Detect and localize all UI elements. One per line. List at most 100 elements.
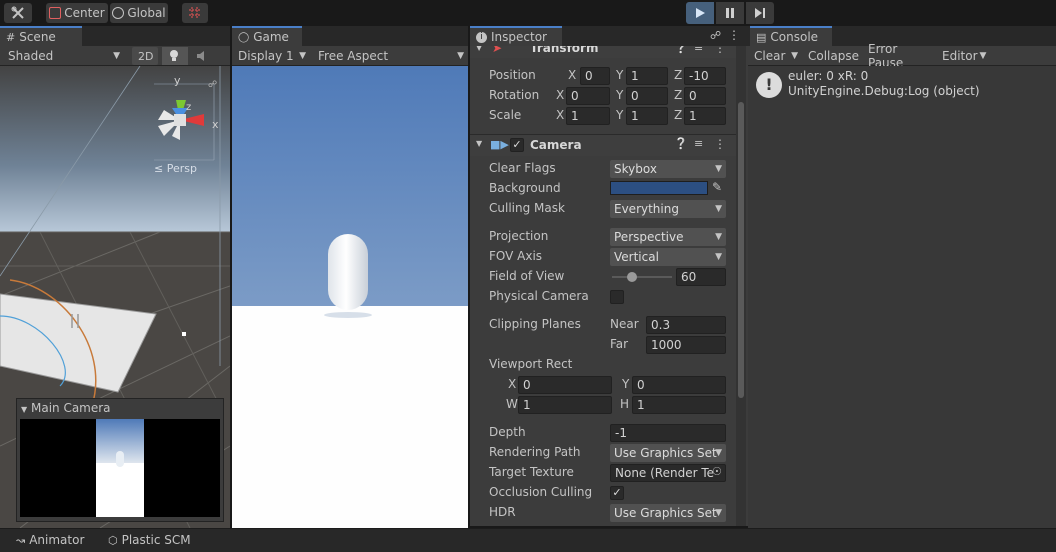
component-menu-icon[interactable]: ⋮ [714,46,726,55]
display-dropdown[interactable]: Display 1 ▼ [232,47,310,65]
collapse-triangle-icon[interactable]: ▼ [21,405,27,414]
projection-persp-label[interactable]: ≤ Persp [154,162,197,175]
depth-field[interactable]: -1 [610,424,726,442]
pivot-global-button[interactable]: Global [110,3,168,23]
scene-viewport[interactable]: y z x ☍ ≤ Persp ▼ Main Camera [0,66,230,528]
editor-dropdown[interactable]: Editor ▼ [936,47,986,65]
gizmo-x-label: x [212,118,219,131]
clear-flags-dropdown[interactable]: Skybox ▼ [610,160,726,178]
kebab-menu-icon[interactable]: ⋮ [728,28,740,42]
tab-plastic-scm[interactable]: ⬡ Plastic SCM [102,530,206,550]
projection-dropdown[interactable]: Perspective ▼ [610,228,726,246]
rendering-path-dropdown[interactable]: Use Graphics Set ▼ [610,444,726,462]
audio-toggle-icon[interactable] [190,47,216,65]
info-message-icon: ! [756,72,782,98]
position-x-field[interactable]: 0 [580,67,610,85]
transform-rotation-row: Rotation X 0 Y 0 Z 0 [470,86,738,106]
field-of-view-row: Field of View 60 [470,267,738,287]
axis-y-label: Y [616,88,624,102]
globe-icon [112,7,125,19]
component-menu-icon[interactable]: ⋮ [714,137,726,151]
axis-x-label: X [556,108,565,122]
culling-mask-row: Culling Mask Everything ▼ [470,199,738,219]
camera-preview-panel: ▼ Main Camera [16,398,224,522]
pivot-icon [49,7,62,19]
tab-console[interactable]: ▤ Console [750,26,832,46]
target-texture-value: None (Render Te [615,466,715,480]
culling-mask-dropdown[interactable]: Everything ▼ [610,200,726,218]
game-viewport[interactable] [232,66,468,528]
clear-button[interactable]: Clear ▼ [748,47,800,65]
viewport-y-field[interactable]: 0 [632,376,726,394]
preset-icon[interactable]: ≡ [694,137,703,150]
error-pause-button[interactable]: Error Pause [862,42,936,70]
grid-snap-icon[interactable] [182,3,208,23]
tab-animator[interactable]: ↝ Animator [10,530,96,550]
shading-mode-dropdown[interactable]: Shaded ▼ [2,47,126,65]
background-color-swatch[interactable] [610,181,708,195]
scale-y-field[interactable]: 1 [626,107,668,125]
rotation-x-field[interactable]: 0 [566,87,610,105]
help-icon[interactable]: ❔ [674,137,688,150]
camera-title: Camera [530,138,582,152]
mode-2d-button[interactable]: 2D [132,47,158,65]
lock-icon[interactable]: ☍ [710,29,721,42]
game-tabbar: ◯ Game [232,26,468,46]
chevron-down-icon: ▼ [299,51,306,61]
editor-label: Editor [942,49,978,63]
camera-enabled-checkbox[interactable]: ✓ [510,138,524,152]
console-log-entry[interactable]: ! euler: 0 xR: 0 UnityEngine.Debug:Log (… [748,66,1056,102]
fov-axis-dropdown[interactable]: Vertical ▼ [610,248,726,266]
fov-axis-value: Vertical [614,250,659,264]
aspect-dropdown[interactable]: Free Aspect ▼ [312,47,468,65]
pause-button[interactable] [716,2,744,24]
viewport-h-field[interactable]: 1 [632,396,726,414]
pivot-center-button[interactable]: Center [46,3,108,23]
camera-icon: ■▶ [490,138,509,151]
scale-x-field[interactable]: 1 [566,107,610,125]
preset-icon[interactable]: ≡ [694,46,703,54]
play-button[interactable] [686,2,714,24]
collapse-button[interactable]: Collapse [802,47,862,65]
scale-z-field[interactable]: 1 [684,107,726,125]
chevron-down-icon[interactable]: ▼ [791,51,798,61]
tab-game[interactable]: ◯ Game [232,26,302,46]
help-icon[interactable]: ❔ [674,46,688,54]
occlusion-culling-checkbox[interactable]: ✓ [610,486,624,500]
object-picker-icon[interactable]: ☉ [712,465,722,478]
inspector-scrollbar[interactable] [736,46,746,526]
scrollbar-thumb[interactable] [738,102,744,398]
target-texture-field[interactable]: None (Render Te [610,464,726,482]
inspector-tabbar: i Inspector ☍ ⋮ [470,26,748,46]
lighting-toggle-icon[interactable] [162,47,188,65]
viewport-x-field[interactable]: 0 [518,376,612,394]
rotation-y-field[interactable]: 0 [626,87,668,105]
position-y-field[interactable]: 1 [626,67,668,85]
tools-icon[interactable] [4,3,32,23]
eyedropper-icon[interactable]: ✎ [712,180,722,194]
lock-icon[interactable]: ☍ [208,80,217,90]
depth-label: Depth [489,425,526,439]
chevron-down-icon: ▼ [457,51,464,61]
fov-value-field[interactable]: 60 [676,268,726,286]
display-label: Display 1 [238,49,294,63]
collapse-triangle-icon[interactable]: ▼ [476,139,482,148]
step-button[interactable] [746,2,774,24]
hdr-dropdown[interactable]: Use Graphics Set ▼ [610,504,726,522]
camera-header[interactable]: ▼ ■▶ ✓ Camera ❔ ≡ ⋮ [470,134,738,156]
rotation-z-field[interactable]: 0 [684,87,726,105]
fov-slider-track[interactable] [612,276,672,278]
tab-scene[interactable]: # Scene [0,26,82,46]
transform-header[interactable]: ▼ ➤ Transform ❔ ≡ ⋮ [470,46,738,58]
physical-camera-row: Physical Camera [470,287,738,307]
position-z-field[interactable]: -10 [684,67,726,85]
tab-inspector[interactable]: i Inspector [470,26,562,46]
viewport-w-field[interactable]: 1 [518,396,612,414]
far-field[interactable]: 1000 [646,336,726,354]
collapse-triangle-icon[interactable]: ▼ [476,46,482,52]
clear-flags-value: Skybox [614,162,657,176]
physical-camera-checkbox[interactable] [610,290,624,304]
fov-slider-thumb[interactable] [626,272,637,282]
occlusion-culling-row: Occlusion Culling ✓ [470,483,738,503]
near-field[interactable]: 0.3 [646,316,726,334]
